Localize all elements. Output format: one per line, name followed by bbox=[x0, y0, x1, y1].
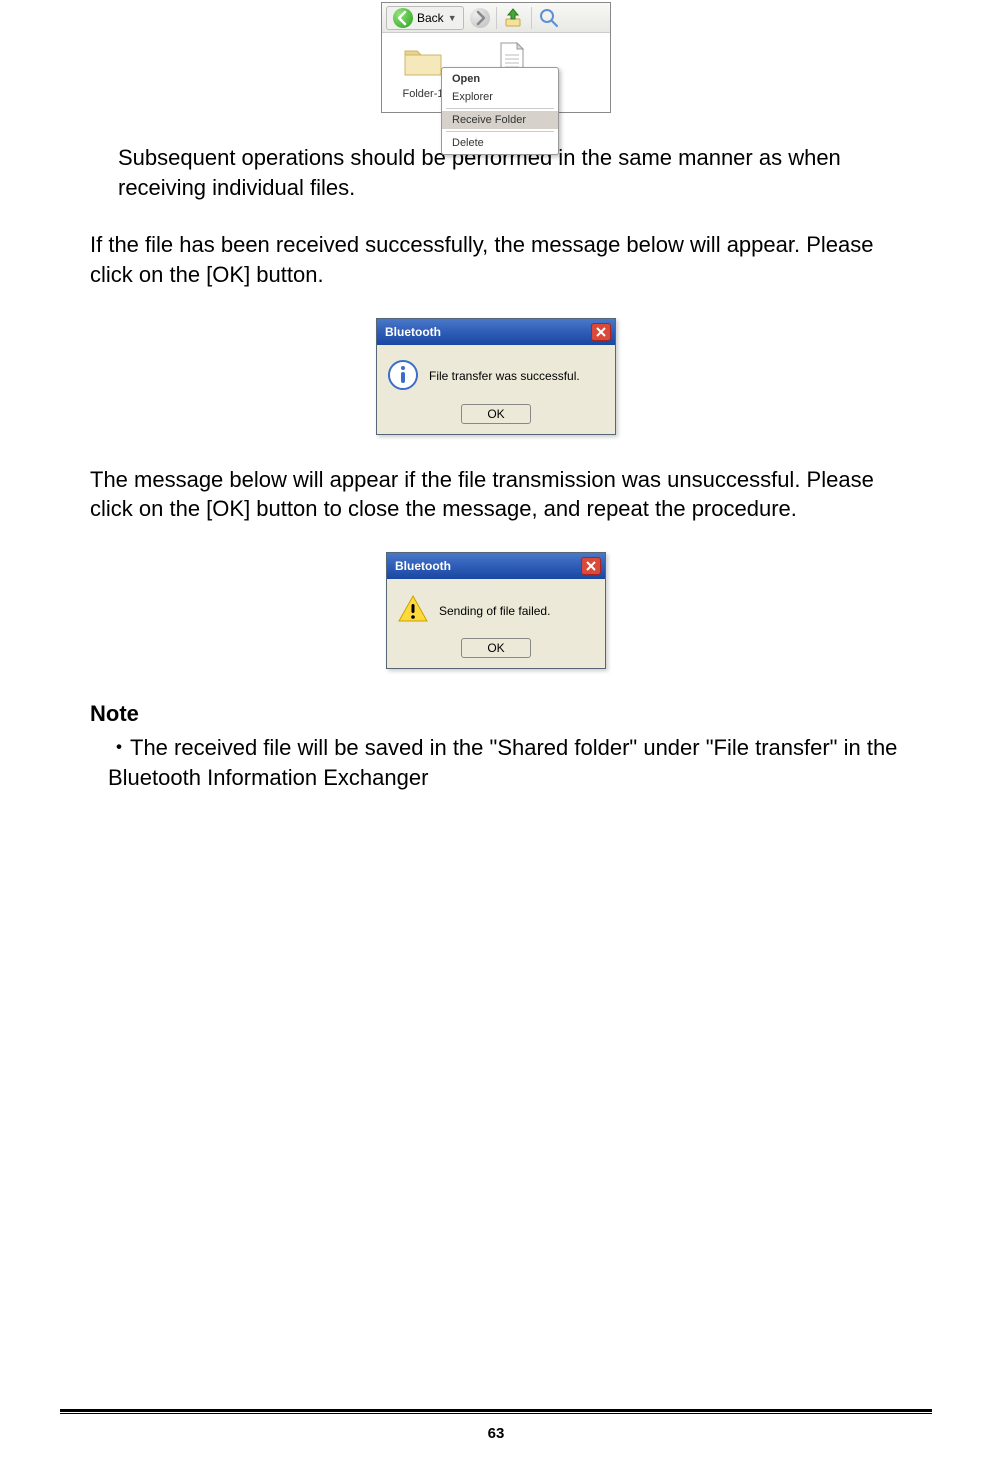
paragraph-success: If the file has been received successful… bbox=[90, 230, 902, 289]
back-label: Back bbox=[417, 11, 444, 25]
toolbar-divider bbox=[496, 7, 497, 29]
paragraph-fail: The message below will appear if the fil… bbox=[90, 465, 902, 524]
dialog-message: Sending of file failed. bbox=[439, 604, 550, 618]
explorer-toolbar: Back ▼ bbox=[382, 3, 610, 33]
dialog-title: Bluetooth bbox=[395, 559, 451, 573]
dialog-fail: Bluetooth Sending of file failed. OK bbox=[386, 552, 606, 669]
ok-button[interactable]: OK bbox=[461, 638, 531, 658]
ok-button[interactable]: OK bbox=[461, 404, 531, 424]
menu-divider bbox=[446, 131, 554, 132]
dialog-title: Bluetooth bbox=[385, 325, 441, 339]
dialog-titlebar: Bluetooth bbox=[387, 553, 605, 579]
menu-divider bbox=[446, 108, 554, 109]
menu-explorer[interactable]: Explorer bbox=[442, 88, 558, 106]
page-number: 63 bbox=[0, 1425, 992, 1442]
back-button[interactable]: Back ▼ bbox=[386, 6, 464, 30]
forward-button[interactable] bbox=[470, 8, 490, 28]
up-button[interactable] bbox=[503, 7, 525, 29]
context-menu: Open Explorer Receive Folder Delete bbox=[441, 67, 559, 155]
toolbar-divider bbox=[531, 7, 532, 29]
note-heading: Note bbox=[90, 699, 902, 729]
note-body: ・The received file will be saved in the … bbox=[90, 733, 902, 792]
menu-receive-folder[interactable]: Receive Folder bbox=[442, 111, 558, 129]
folder-icon bbox=[401, 39, 445, 86]
menu-delete[interactable]: Delete bbox=[442, 134, 558, 152]
dialog-titlebar: Bluetooth bbox=[377, 319, 615, 345]
back-icon bbox=[393, 8, 413, 28]
dialog-message: File transfer was successful. bbox=[429, 369, 580, 383]
folder-label: Folder-1 bbox=[403, 88, 444, 100]
info-icon bbox=[387, 359, 419, 394]
close-button[interactable] bbox=[581, 557, 601, 575]
warning-icon bbox=[397, 593, 429, 628]
footer-rule bbox=[60, 1409, 932, 1414]
close-button[interactable] bbox=[591, 323, 611, 341]
menu-open[interactable]: Open bbox=[442, 70, 558, 88]
search-button[interactable] bbox=[538, 7, 560, 29]
dialog-success: Bluetooth File transfer was successful. … bbox=[376, 318, 616, 435]
back-dropdown-icon: ▼ bbox=[448, 13, 457, 23]
